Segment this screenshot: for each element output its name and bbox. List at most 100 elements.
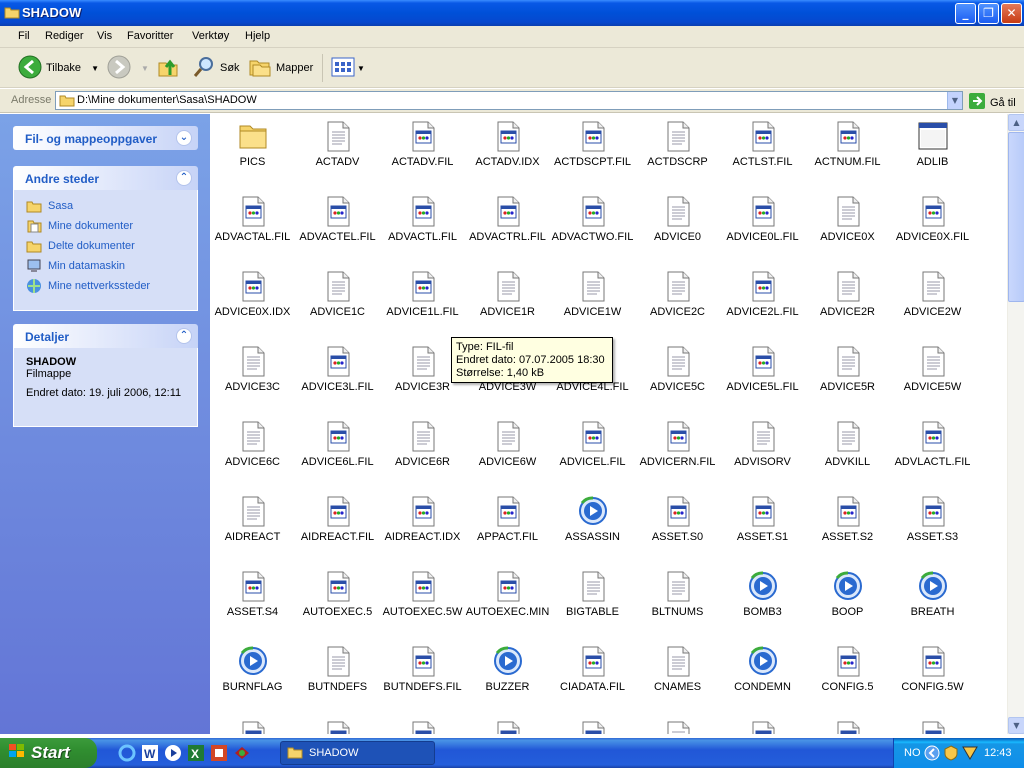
other-places-link[interactable]: Delte dokumenter — [26, 236, 185, 256]
menu-tools[interactable]: Verktøy — [192, 30, 229, 42]
file-item[interactable]: ADVICE1L.FIL — [380, 266, 465, 341]
file-item[interactable]: ADVICE5W — [890, 341, 975, 416]
file-item[interactable]: ADVICE2C — [635, 266, 720, 341]
collapse-chevron-icon[interactable]: ⌃ — [176, 328, 192, 344]
menu-view[interactable]: Vis — [97, 30, 112, 42]
file-item[interactable]: ADVLACTL.FIL — [890, 416, 975, 491]
menu-help[interactable]: Hjelp — [245, 30, 270, 42]
scroll-up-button[interactable]: ▲ — [1008, 114, 1024, 131]
menu-favorites[interactable]: Favoritter — [127, 30, 173, 42]
file-item[interactable]: ADVICE0X.FIL — [890, 191, 975, 266]
expand-chevron-icon[interactable]: ⌄ — [176, 130, 192, 146]
minimize-button[interactable]: _ — [955, 3, 976, 24]
language-indicator[interactable]: NO — [904, 747, 921, 759]
forward-button[interactable]: ▼ — [107, 54, 149, 82]
file-item[interactable]: ADVICE0L.FIL — [720, 191, 805, 266]
file-item[interactable] — [380, 716, 465, 734]
file-item[interactable]: BUTNDEFS — [295, 641, 380, 716]
folders-button[interactable]: Mapper — [248, 54, 313, 82]
search-button[interactable]: Søk — [192, 54, 240, 82]
file-item[interactable]: BOMB3 — [720, 566, 805, 641]
file-item[interactable]: AIDREACT.FIL — [295, 491, 380, 566]
powerpoint-icon[interactable] — [210, 744, 228, 762]
file-item[interactable]: ASSASSIN — [550, 491, 635, 566]
other-places-link[interactable]: Sasa — [26, 196, 185, 216]
file-item[interactable]: AUTOEXEC.MIN — [465, 566, 550, 641]
file-item[interactable]: ACTDSCRP — [635, 116, 720, 191]
file-item[interactable]: ADVICE0X — [805, 191, 890, 266]
menu-file[interactable]: Fil — [18, 30, 30, 42]
media-player-icon[interactable] — [164, 744, 182, 762]
file-item[interactable]: ADVICE6C — [210, 416, 295, 491]
file-item[interactable]: CONFIG.5W — [890, 641, 975, 716]
collapse-chevron-icon[interactable]: ⌃ — [176, 170, 192, 186]
back-dropdown-icon[interactable]: ▼ — [91, 64, 99, 73]
file-item[interactable]: CNAMES — [635, 641, 720, 716]
file-item[interactable]: BOOP — [805, 566, 890, 641]
file-item[interactable]: ADVISORV — [720, 416, 805, 491]
taskbar-window-shadow[interactable]: SHADOW — [280, 741, 435, 765]
file-folder-tasks-header[interactable]: Fil- og mappeoppgaver ⌄ — [13, 126, 198, 150]
file-item[interactable]: BLTNUMS — [635, 566, 720, 641]
file-item[interactable]: ASSET.S3 — [890, 491, 975, 566]
file-item[interactable]: CIADATA.FIL — [550, 641, 635, 716]
file-item[interactable]: ADVICE1W — [550, 266, 635, 341]
up-folder-button[interactable] — [156, 54, 180, 82]
file-item[interactable]: AUTOEXEC.5 — [295, 566, 380, 641]
file-item[interactable]: ADVICE2W — [890, 266, 975, 341]
file-item[interactable] — [805, 716, 890, 734]
file-item[interactable] — [210, 716, 295, 734]
show-hidden-icons-button[interactable] — [924, 745, 940, 764]
file-item[interactable]: ADVICERN.FIL — [635, 416, 720, 491]
file-item[interactable]: ACTLST.FIL — [720, 116, 805, 191]
file-item[interactable]: ADVICE6L.FIL — [295, 416, 380, 491]
excel-icon[interactable]: X — [187, 744, 205, 762]
file-item[interactable]: ADVICE5R — [805, 341, 890, 416]
file-item[interactable]: ADVACTWO.FIL — [550, 191, 635, 266]
file-item[interactable]: ACTNUM.FIL — [805, 116, 890, 191]
file-item[interactable]: ADVICE0X.IDX — [210, 266, 295, 341]
scroll-down-button[interactable]: ▼ — [1008, 717, 1024, 734]
file-item[interactable] — [890, 716, 975, 734]
antivirus-icon[interactable] — [962, 746, 978, 763]
address-input[interactable]: D:\Mine dokumenter\Sasa\SHADOW ▼ — [55, 91, 963, 110]
file-item[interactable]: ACTADV — [295, 116, 380, 191]
file-item[interactable]: ASSET.S4 — [210, 566, 295, 641]
file-item[interactable]: ADVICE5L.FIL — [720, 341, 805, 416]
file-item[interactable]: BUTNDEFS.FIL — [380, 641, 465, 716]
menu-edit[interactable]: Rediger — [45, 30, 84, 42]
file-item[interactable]: BIGTABLE — [550, 566, 635, 641]
file-item[interactable]: AIDREACT — [210, 491, 295, 566]
file-item[interactable]: ASSET.S1 — [720, 491, 805, 566]
title-bar[interactable]: SHADOW _ ❐ ✕ — [0, 0, 1024, 26]
forward-dropdown-icon[interactable]: ▼ — [141, 64, 149, 73]
file-item[interactable]: ASSET.S2 — [805, 491, 890, 566]
file-item[interactable]: ADVICEL.FIL — [550, 416, 635, 491]
file-item[interactable]: APPACT.FIL — [465, 491, 550, 566]
other-places-link[interactable]: Mine nettverkssteder — [26, 276, 185, 296]
file-item[interactable]: ADVACTRL.FIL — [465, 191, 550, 266]
file-item[interactable]: ADLIB — [890, 116, 975, 191]
file-item[interactable]: ADVICE1C — [295, 266, 380, 341]
file-item[interactable]: ADVACTL.FIL — [380, 191, 465, 266]
file-item[interactable] — [550, 716, 635, 734]
game-icon[interactable] — [233, 744, 251, 762]
back-button[interactable]: Tilbake ▼ — [18, 54, 99, 82]
close-button[interactable]: ✕ — [1001, 3, 1022, 24]
maximize-button[interactable]: ❐ — [978, 3, 999, 24]
file-item[interactable] — [295, 716, 380, 734]
file-item[interactable]: CONDEMN — [720, 641, 805, 716]
file-item[interactable] — [465, 716, 550, 734]
file-item[interactable]: PICS — [210, 116, 295, 191]
details-header[interactable]: Detaljer ⌃ — [13, 324, 198, 348]
views-button[interactable]: ▼ — [322, 54, 365, 82]
file-item[interactable]: ADVICE0 — [635, 191, 720, 266]
vertical-scrollbar[interactable]: ▲ ▼ — [1007, 114, 1024, 734]
file-item[interactable]: ADVICE5C — [635, 341, 720, 416]
file-item[interactable]: ADVICE2R — [805, 266, 890, 341]
other-places-header[interactable]: Andre steder ⌃ — [13, 166, 198, 190]
file-list[interactable]: PICS ACTADV ACTADV.FIL ACTADV.IDX ACTDSCPT.F… — [210, 114, 1007, 734]
file-item[interactable]: ADVICE1R — [465, 266, 550, 341]
file-item[interactable]: ASSET.S0 — [635, 491, 720, 566]
start-button[interactable]: Start — [0, 738, 97, 768]
